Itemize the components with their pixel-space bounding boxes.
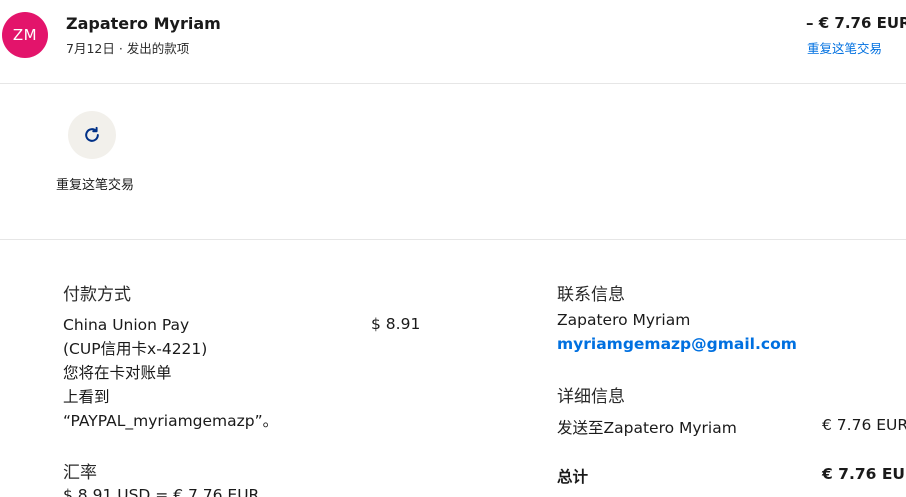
payment-method-description: China Union Pay (CUP信用卡x-4221) 您将在卡对账单 上… bbox=[63, 313, 278, 433]
payment-method-line: China Union Pay bbox=[63, 316, 190, 334]
payment-method-line: “PAYPAL_myriamgemazp”。 bbox=[63, 412, 279, 430]
details-title: 详细信息 bbox=[557, 387, 625, 407]
contact-email-link[interactable]: myriamgemazp@gmail.com bbox=[557, 335, 797, 353]
refresh-icon bbox=[85, 126, 99, 142]
payment-method-line: 上看到 bbox=[63, 388, 110, 406]
transaction-header: ZM Zapatero Myriam 7月12日 · 发出的款项 – € 7.7… bbox=[0, 0, 906, 84]
payment-amount: $ 8.91 bbox=[371, 315, 421, 333]
total-amount: € 7.76 EUR bbox=[822, 465, 906, 483]
sent-to-amount: € 7.76 EUR bbox=[822, 416, 906, 434]
avatar: ZM bbox=[2, 12, 48, 58]
counterparty-name: Zapatero Myriam bbox=[66, 14, 221, 33]
payment-method-line: 您将在卡对账单 bbox=[63, 364, 172, 382]
transaction-subline: 7月12日 · 发出的款项 bbox=[66, 41, 190, 56]
payment-method-title: 付款方式 bbox=[63, 285, 131, 305]
exchange-rate-title: 汇率 bbox=[63, 463, 97, 483]
contact-info-title: 联系信息 bbox=[557, 285, 625, 305]
exchange-rate-value: $ 8.91 USD = € 7.76 EUR bbox=[63, 486, 260, 497]
payment-method-line: (CUP信用卡x-4221) bbox=[63, 340, 208, 358]
repeat-transaction-label[interactable]: 重复这笔交易 bbox=[56, 176, 134, 196]
transaction-amount: – € 7.76 EUR bbox=[806, 14, 906, 32]
actions-bar: 重复这笔交易 bbox=[0, 84, 906, 240]
total-label: 总计 bbox=[557, 468, 589, 486]
repeat-transaction-link[interactable]: 重复这笔交易 bbox=[807, 38, 882, 57]
contact-name: Zapatero Myriam bbox=[557, 311, 691, 329]
sent-to-label: 发送至Zapatero Myriam bbox=[557, 419, 737, 437]
repeat-transaction-button[interactable] bbox=[68, 111, 116, 159]
